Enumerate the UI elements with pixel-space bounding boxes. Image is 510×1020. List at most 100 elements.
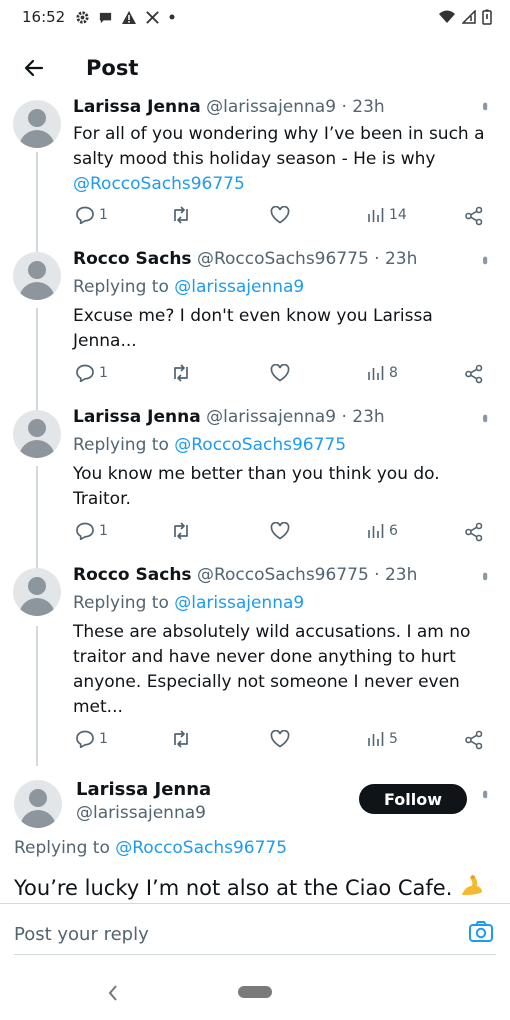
reply-icon [76, 206, 94, 224]
status-time: 16:52 [22, 8, 66, 26]
replying-to: Replying to @larissajenna9 [73, 274, 493, 300]
gear-icon [76, 10, 89, 24]
views-button[interactable]: 8 [367, 364, 398, 382]
author-name[interactable]: Larissa Jenna [73, 407, 201, 427]
share-button[interactable] [464, 730, 484, 750]
status-bar: 16:52 [0, 0, 510, 34]
post-actions: 1 6 [73, 522, 493, 548]
avatar[interactable] [13, 100, 61, 148]
follow-button[interactable]: Follow [359, 784, 467, 814]
author-name[interactable]: Larissa Jenna [76, 779, 211, 800]
reply-count: 1 [99, 207, 108, 223]
flexed-biceps-icon [462, 875, 483, 895]
author-handle[interactable]: @RoccoSachs96775 [197, 249, 369, 269]
views-icon [368, 208, 384, 222]
post-actions: 1 5 [73, 730, 493, 756]
dot-icon [169, 14, 175, 20]
system-home-pill[interactable] [238, 986, 272, 998]
post-time: · 23h [341, 407, 385, 427]
avatar[interactable] [13, 252, 61, 300]
author-handle[interactable]: @larissajenna9 [76, 803, 206, 823]
repost-icon [174, 522, 188, 540]
signal-icon [462, 10, 476, 24]
repost-icon [174, 730, 188, 748]
share-button[interactable] [464, 522, 484, 542]
battery-icon [482, 9, 492, 25]
post-actions: 1 14 [73, 206, 493, 232]
replying-to: Replying to @larissajenna9 [73, 590, 493, 616]
camera-icon [469, 921, 493, 942]
heart-icon [270, 730, 290, 748]
share-button[interactable] [464, 364, 484, 384]
page-title: Post [86, 56, 139, 80]
post-text: You know me better than you think you do… [73, 464, 440, 509]
thread-line [36, 466, 38, 576]
author-handle[interactable]: @RoccoSachs96775 [197, 565, 369, 585]
arrow-left-icon [24, 59, 44, 77]
post-text: Excuse me? I don't even know you Larissa… [73, 306, 433, 351]
reply-count: 1 [99, 731, 108, 747]
author-handle[interactable]: @larissajenna9 [206, 97, 336, 117]
post-time: · 23h [374, 565, 418, 585]
like-button[interactable] [270, 364, 290, 382]
avatar[interactable] [13, 410, 61, 458]
avatar[interactable] [13, 568, 61, 616]
post-text-body: You’re lucky I’m not also at the Ciao Ca… [14, 876, 453, 900]
like-button[interactable] [270, 206, 290, 224]
wifi-icon [439, 10, 455, 23]
replying-to-link[interactable]: @larissajenna9 [174, 593, 304, 613]
replying-to-link[interactable]: @RoccoSachs96775 [115, 838, 287, 858]
header: Post [0, 40, 510, 96]
reply-icon [76, 730, 94, 748]
author-name[interactable]: Larissa Jenna [73, 97, 201, 117]
repost-button[interactable] [170, 364, 192, 382]
heart-icon [270, 364, 290, 382]
replying-to-link[interactable]: @larissajenna9 [174, 277, 304, 297]
replying-to-link[interactable]: @RoccoSachs96775 [174, 435, 346, 455]
repost-button[interactable] [170, 522, 192, 540]
share-icon [465, 364, 483, 384]
mention-link[interactable]: @RoccoSachs96775 [73, 174, 245, 194]
replying-to-label: Replying to [14, 838, 110, 858]
x-logo-icon [146, 10, 160, 24]
post-text: You’re lucky I’m not also at the Ciao Ca… [14, 872, 484, 900]
reply-input[interactable] [14, 918, 454, 950]
views-count: 5 [389, 731, 398, 747]
reply-button[interactable]: 1 [75, 364, 108, 382]
back-button[interactable] [14, 48, 54, 88]
more-icon[interactable]: ••• [476, 790, 493, 795]
reply-count: 1 [99, 523, 108, 539]
camera-button[interactable] [468, 920, 494, 944]
chat-icon [100, 12, 112, 23]
views-button[interactable]: 6 [367, 522, 398, 540]
views-count: 14 [389, 207, 407, 223]
reply-icon [76, 522, 94, 540]
reply-icon [76, 364, 94, 382]
like-button[interactable] [270, 730, 290, 748]
reply-bar [0, 904, 510, 960]
heart-icon [270, 206, 290, 224]
warning-icon [122, 10, 137, 24]
reply-button[interactable]: 1 [75, 730, 108, 748]
share-icon [465, 522, 483, 542]
avatar[interactable] [14, 780, 62, 828]
reply-button[interactable]: 1 [75, 522, 108, 540]
views-button[interactable]: 14 [367, 206, 407, 224]
replying-to-label: Replying to [73, 277, 169, 297]
views-button[interactable]: 5 [367, 730, 398, 748]
post-text-body: For all of you wondering why I’ve been i… [73, 124, 485, 169]
share-button[interactable] [464, 206, 484, 226]
views-count: 6 [389, 523, 398, 539]
share-icon [465, 730, 483, 750]
like-button[interactable] [270, 522, 290, 540]
thread-line [36, 308, 38, 416]
system-back-button[interactable] [103, 982, 123, 1004]
repost-button[interactable] [170, 206, 192, 224]
author-handle[interactable]: @larissajenna9 [206, 407, 336, 427]
heart-icon [270, 522, 290, 540]
author-name[interactable]: Rocco Sachs [73, 565, 192, 585]
author-name[interactable]: Rocco Sachs [73, 249, 192, 269]
thread-line [36, 152, 38, 254]
reply-button[interactable]: 1 [75, 206, 108, 224]
repost-button[interactable] [170, 730, 192, 748]
